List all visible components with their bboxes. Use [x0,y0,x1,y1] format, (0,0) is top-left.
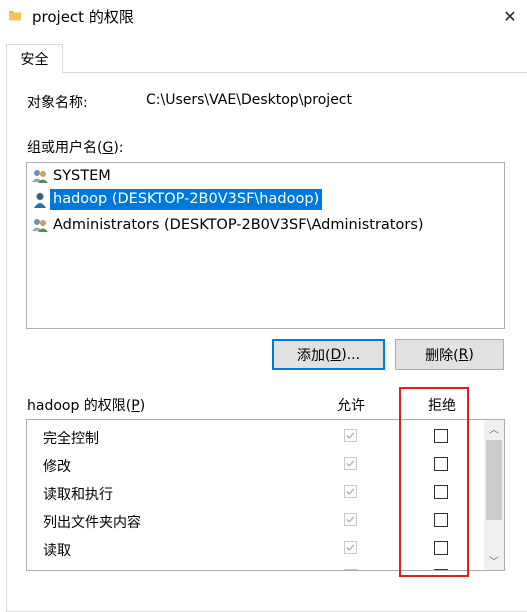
allow-checkbox [344,513,357,526]
deny-checkbox[interactable] [434,429,448,443]
checkmark-icon [346,544,355,551]
user-name: Administrators (DESKTOP-2B0V3SF\Administ… [53,216,424,233]
remove-button[interactable]: 删除(R) [395,339,504,370]
deny-checkbox[interactable] [434,485,448,499]
window-title: project 的权限 [32,8,134,26]
folder-icon [9,11,21,21]
permission-row-full-control: 完全控制 [27,424,482,452]
list-item-system[interactable]: SYSTEM [31,164,111,187]
users-list[interactable]: SYSTEM hadoop (DESKTOP-2B0V3SF\hadoop) A… [26,162,505,329]
list-item-hadoop[interactable]: hadoop (DESKTOP-2B0V3SF\hadoop) [31,188,323,211]
list-item-administrators[interactable]: Administrators (DESKTOP-2B0V3SF\Administ… [31,213,424,236]
checkmark-icon [346,516,355,523]
permission-row-list-folder: 列出文件夹内容 [27,508,482,536]
user-name: SYSTEM [53,167,111,184]
object-name-label: 对象名称: [27,95,88,111]
allow-checkbox [344,569,357,570]
add-button[interactable]: 添加(D)... [272,339,385,370]
group-user-label: 组或用户名(G): [27,140,124,156]
permissions-label: hadoop 的权限(P) [27,398,146,414]
scroll-thumb[interactable] [486,440,502,520]
tab-security[interactable]: 安全 [6,44,63,73]
deny-checkbox[interactable] [434,513,448,527]
permission-row-modify: 修改 [27,452,482,480]
scroll-down-button[interactable]: ﹀ [484,552,504,569]
user-name: hadoop (DESKTOP-2B0V3SF\hadoop) [50,189,323,210]
permission-name: 完全控制 [43,431,99,447]
close-icon: ✕ [503,6,517,26]
allow-checkbox [344,429,357,442]
permissions-list: 完全控制 修改 读取和执行 列出文件夹内容 读取 [26,419,505,571]
deny-checkbox[interactable] [434,569,448,570]
permission-row-read-execute: 读取和执行 [27,480,482,508]
allow-checkbox [344,541,357,554]
allow-checkbox [344,485,357,498]
permission-name: 读取 [43,543,71,559]
permission-name: 读取和执行 [43,487,113,503]
close-button[interactable]: ✕ [494,2,526,30]
checkmark-icon [346,488,355,495]
permission-name: 修改 [43,459,71,475]
allow-checkbox [344,457,357,470]
deny-column-header: 拒绝 [428,398,456,414]
allow-column-header: 允许 [337,398,365,414]
permission-row-partial [27,564,482,570]
deny-checkbox[interactable] [434,457,448,471]
users-group-icon [32,169,48,183]
chevron-up-icon: ︿ [489,425,499,436]
scroll-up-button[interactable]: ︿ [484,420,504,437]
tab-label: 安全 [20,52,49,68]
checkmark-icon [346,432,355,439]
permission-name: 列出文件夹内容 [43,515,141,531]
chevron-down-icon: ﹀ [489,557,499,568]
deny-checkbox[interactable] [434,541,448,555]
object-name-value: C:\Users\VAE\Desktop\project [146,92,352,108]
user-icon [34,192,46,208]
checkmark-icon [346,460,355,467]
users-group-icon [32,218,48,232]
permission-row-read: 读取 [27,536,482,564]
